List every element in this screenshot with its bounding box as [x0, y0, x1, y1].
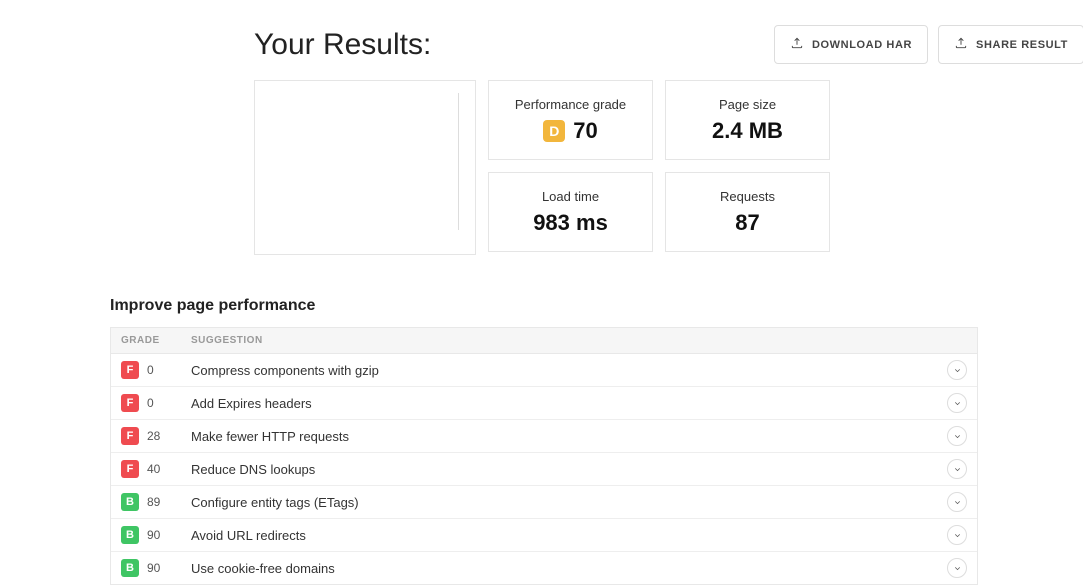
suggestion-text: Add Expires headers — [191, 396, 937, 411]
metric-label: Performance grade — [515, 97, 626, 112]
metric-value: 87 — [735, 210, 759, 236]
grade-score: 90 — [147, 561, 160, 575]
metric-label: Load time — [542, 189, 599, 204]
expand-cell — [937, 525, 967, 545]
metric-value: 983 ms — [533, 210, 608, 236]
suggestions-table: GRADE SUGGESTION F0Compress components w… — [110, 327, 978, 585]
table-header: GRADE SUGGESTION — [111, 328, 977, 354]
metric-requests: Requests 87 — [665, 172, 830, 252]
table-row[interactable]: B 89 Configure entity tags (ETags) — [111, 486, 977, 519]
grade-cell: B 90 — [121, 526, 191, 544]
expand-cell — [937, 393, 967, 413]
table-row[interactable]: B 90 Avoid URL redirects — [111, 519, 977, 552]
table-row[interactable]: F 40 Reduce DNS lookups — [111, 453, 977, 486]
page-title: Your Results: — [254, 28, 431, 62]
metric-page-size: Page size 2.4 MB — [665, 80, 830, 160]
download-har-button[interactable]: DOWNLOAD HAR — [774, 25, 928, 64]
metric-label: Page size — [719, 97, 776, 112]
suggestion-text: Use cookie-free domains — [191, 561, 937, 576]
grade-cell: F 28 — [121, 427, 191, 445]
grade-badge: B — [121, 526, 139, 544]
metric-performance-grade: Performance grade D 70 — [488, 80, 653, 160]
grade-badge: F — [121, 427, 139, 445]
share-icon — [954, 36, 968, 53]
grade-score: 90 — [147, 528, 160, 542]
grade-badge: F — [121, 460, 139, 478]
metric-label: Requests — [720, 189, 775, 204]
grade-score: 40 — [147, 462, 160, 476]
upload-icon — [790, 36, 804, 53]
chevron-down-icon[interactable] — [947, 393, 967, 413]
grade-cell: F0 — [121, 361, 191, 379]
grade-badge: B — [121, 493, 139, 511]
grade-score: 0 — [147, 396, 154, 410]
expand-cell — [937, 492, 967, 512]
share-result-button[interactable]: SHARE RESULT — [938, 25, 1083, 64]
share-result-label: SHARE RESULT — [976, 39, 1068, 51]
table-row[interactable]: F0Add Expires headers — [111, 387, 977, 420]
suggestion-text: Avoid URL redirects — [191, 528, 937, 543]
suggestion-text: Compress components with gzip — [191, 363, 937, 378]
chevron-down-icon[interactable] — [947, 426, 967, 446]
grade-cell: F0 — [121, 394, 191, 412]
expand-cell — [937, 360, 967, 380]
metric-value: 70 — [573, 118, 597, 144]
action-buttons: DOWNLOAD HAR SHARE RESULT — [774, 25, 1083, 64]
grade-cell: B 89 — [121, 493, 191, 511]
grade-badge: F — [121, 361, 139, 379]
suggestion-text: Make fewer HTTP requests — [191, 429, 937, 444]
expand-cell — [937, 426, 967, 446]
grade-score: 0 — [147, 363, 154, 377]
table-row[interactable]: F 28 Make fewer HTTP requests — [111, 420, 977, 453]
grade-cell: B 90 — [121, 559, 191, 577]
chevron-down-icon[interactable] — [947, 525, 967, 545]
page-thumbnail — [254, 80, 476, 255]
chevron-down-icon[interactable] — [947, 492, 967, 512]
col-header-grade: GRADE — [121, 335, 191, 346]
download-har-label: DOWNLOAD HAR — [812, 39, 912, 51]
suggestion-text: Reduce DNS lookups — [191, 462, 937, 477]
chevron-down-icon[interactable] — [947, 360, 967, 380]
expand-cell — [937, 459, 967, 479]
improve-section-title: Improve page performance — [110, 297, 978, 315]
grade-score: 89 — [147, 495, 160, 509]
col-header-suggestion: SUGGESTION — [191, 335, 967, 346]
metric-value: 2.4 MB — [712, 118, 783, 144]
grade-badge: B — [121, 559, 139, 577]
expand-cell — [937, 558, 967, 578]
chevron-down-icon[interactable] — [947, 558, 967, 578]
grade-badge-d: D — [543, 120, 565, 142]
metric-load-time: Load time 983 ms — [488, 172, 653, 252]
suggestion-text: Configure entity tags (ETags) — [191, 495, 937, 510]
chevron-down-icon[interactable] — [947, 459, 967, 479]
table-row[interactable]: F0Compress components with gzip — [111, 354, 977, 387]
grade-badge: F — [121, 394, 139, 412]
table-row[interactable]: B 90 Use cookie-free domains — [111, 552, 977, 584]
grade-cell: F 40 — [121, 460, 191, 478]
grade-score: 28 — [147, 429, 160, 443]
